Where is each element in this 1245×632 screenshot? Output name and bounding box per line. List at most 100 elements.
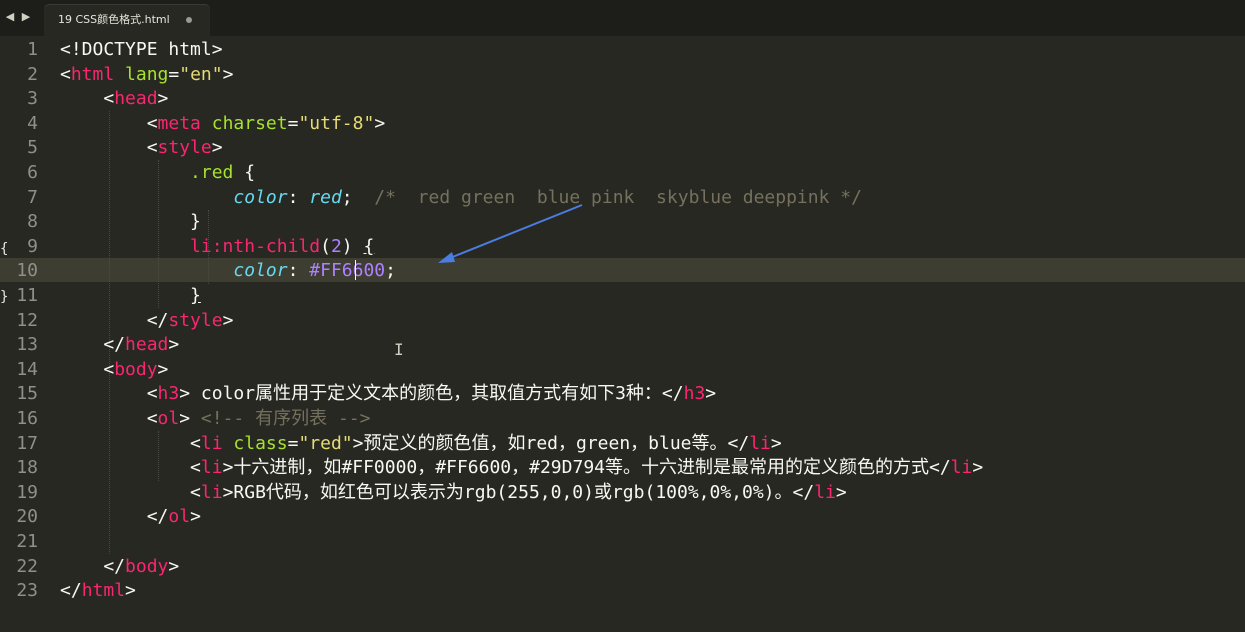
code-token: = [168, 64, 180, 85]
code-token: ol [168, 506, 191, 527]
line-number: 7 [27, 187, 38, 208]
code-token: <!DOCTYPE html> [60, 39, 223, 60]
line-number: 5 [27, 137, 38, 158]
code-token: li:nth-child [190, 236, 321, 257]
code-token: > [222, 64, 234, 85]
code-token: > [125, 580, 136, 601]
code-token: < [60, 88, 115, 109]
code-token: > [705, 383, 717, 404]
unsaved-dot-icon[interactable] [186, 17, 192, 23]
code-line[interactable]: <ol> <!-- 有序列表 --> [60, 407, 371, 431]
code-token: "en" [179, 64, 223, 85]
code-token: ) [341, 236, 364, 257]
code-token: "utf-8" [298, 113, 375, 134]
code-line[interactable]: } [60, 210, 201, 234]
line-number: 16 [16, 408, 38, 429]
code-line[interactable]: </html> [60, 579, 136, 603]
code-token: </ [60, 556, 126, 577]
code-line[interactable]: <meta charset="utf-8"> [60, 112, 385, 136]
code-token: meta [157, 113, 201, 134]
code-line[interactable]: } [60, 284, 201, 308]
ibeam-cursor-icon: I [394, 340, 404, 359]
line-number: 15 [16, 383, 38, 404]
code-token: ; [341, 187, 375, 208]
line-number: 12 [16, 310, 38, 331]
code-token: red [309, 187, 342, 208]
code-editor[interactable]: { } 1 2 3 4 5 6 7 8 9 10 11 12 13 14 15 16 17 18 19 20 21 22 2… [0, 36, 1245, 632]
line-number: 23 [16, 580, 38, 601]
code-token: < [60, 433, 201, 454]
line-number: 10 [16, 260, 38, 281]
tab-scroll-right-icon[interactable]: ▶ [20, 10, 32, 24]
code-token: : [287, 187, 310, 208]
code-token: h3 [157, 383, 180, 404]
code-token: li [950, 457, 973, 478]
code-token: > [835, 482, 847, 503]
code-token: </ [60, 580, 82, 601]
code-line[interactable]: <head> [60, 87, 168, 111]
code-token: head [114, 88, 158, 109]
code-token: 2 [330, 236, 342, 257]
line-number: 1 [27, 39, 38, 60]
code-line[interactable]: color: #FF6600; [60, 259, 396, 283]
tab-file[interactable]: 19 CSS颜色格式.html [44, 5, 210, 36]
code-line[interactable]: </ol> [60, 505, 201, 529]
tab-title: 19 CSS颜色格式.html [58, 13, 170, 26]
code-token: >预定义的颜色值，如red，green，blue等。</ [352, 433, 750, 454]
code-line[interactable]: </style> [60, 309, 234, 333]
code-token: = [287, 113, 299, 134]
code-token: "red" [298, 433, 353, 454]
code-line[interactable]: </body> [60, 555, 179, 579]
code-line[interactable]: <h3> color属性用于定义文本的颜色，其取值方式有如下3种：</h3> [60, 382, 716, 406]
line-number: 8 [27, 211, 38, 232]
code-token: : [287, 260, 310, 281]
code-line[interactable]: .red { [60, 161, 255, 185]
code-line[interactable]: <li>RGB代码，如红色可以表示为rgb(255,0,0)或rgb(100%,… [60, 481, 847, 505]
code-token: } [190, 285, 201, 306]
code-line[interactable]: <html lang="en"> [60, 63, 233, 87]
code-token: < [60, 113, 158, 134]
code-line[interactable]: </head> [60, 333, 179, 357]
code-token: body [125, 556, 169, 577]
code-token: <!-- 有序列表 --> [200, 408, 371, 429]
line-number: 20 [16, 506, 38, 527]
line-number: 19 [16, 482, 38, 503]
code-token: h3 [683, 383, 706, 404]
tab-bar: ◀ ▶ 19 CSS颜色格式.html [0, 0, 1245, 36]
code-token: ; [385, 260, 396, 281]
code-token: > [770, 433, 782, 454]
code-token: li [200, 433, 223, 454]
line-number: 22 [16, 556, 38, 577]
code-line[interactable]: li:nth-child(2) { [60, 235, 374, 259]
code-token: li [200, 457, 223, 478]
line-number: 11 [16, 285, 38, 306]
code-line[interactable]: <body> [60, 358, 168, 382]
code-line[interactable]: <style> [60, 136, 223, 160]
code-token: { [233, 162, 256, 183]
tab-scroll-left-icon[interactable]: ◀ [4, 10, 16, 24]
code-token: > [222, 310, 234, 331]
code-line[interactable]: <li>十六进制，如#FF0000，#FF6600，#29D794等。十六进制是… [60, 456, 983, 480]
line-number: 21 [16, 531, 38, 552]
line-number: 18 [16, 457, 38, 478]
code-token: </ [60, 334, 126, 355]
line-number: 2 [27, 64, 38, 85]
code-token: body [114, 359, 158, 380]
code-line[interactable]: color: red; /* red green blue pink skybl… [60, 186, 862, 210]
code-line[interactable]: <li class="red">预定义的颜色值，如red，green，blue等… [60, 432, 782, 456]
code-token: = [287, 433, 299, 454]
code-line[interactable]: <!DOCTYPE html> [60, 38, 223, 62]
code-token: < [60, 137, 158, 158]
code-token: >十六进制，如#FF0000，#FF6600，#29D794等。十六进制是最常用… [222, 457, 951, 478]
code-token: /* red green blue pink skyblue deeppink … [374, 187, 862, 208]
line-number: 9 [27, 236, 38, 257]
code-token: > [157, 359, 169, 380]
code-token: > [179, 408, 201, 429]
code-token: li [814, 482, 836, 503]
line-number: 17 [16, 433, 38, 454]
line-number: 3 [27, 88, 38, 109]
